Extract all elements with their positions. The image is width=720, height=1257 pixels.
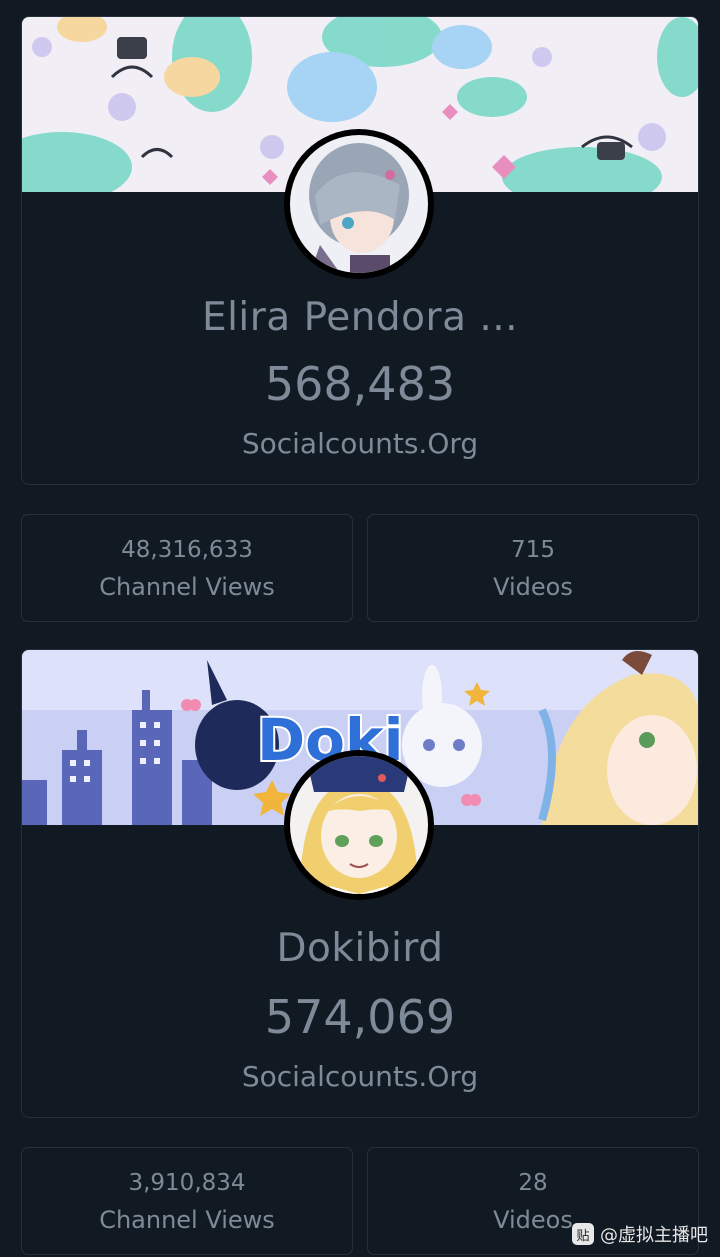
channel-avatar[interactable] bbox=[284, 129, 434, 279]
stat-value: 28 bbox=[518, 1170, 548, 1196]
subscriber-count: 568,483 bbox=[264, 357, 456, 411]
stat-videos: 715 Videos bbox=[367, 514, 699, 622]
stat-label: Videos bbox=[493, 573, 573, 601]
channel-name: Dokibird bbox=[276, 926, 444, 971]
stat-channel-views: 3,910,834 Channel Views bbox=[21, 1147, 353, 1255]
subscriber-count: 574,069 bbox=[264, 990, 456, 1044]
page: Elira Pendora ... 568,483 Socialcounts.O… bbox=[0, 0, 720, 1257]
stat-label: Channel Views bbox=[99, 1206, 275, 1234]
stat-value: 48,316,633 bbox=[121, 537, 253, 563]
stat-value: 715 bbox=[511, 537, 555, 563]
stat-channel-views: 48,316,633 Channel Views bbox=[21, 514, 353, 622]
channel-avatar[interactable] bbox=[284, 750, 434, 900]
channel-card-dokibird[interactable]: Doki Dokibird 574,069 Socialcounts.Org bbox=[21, 649, 699, 1118]
source-link[interactable]: Socialcounts.Org bbox=[22, 427, 698, 460]
tieba-icon: 贴 bbox=[572, 1223, 594, 1245]
channel-name: Elira Pendora ... bbox=[201, 295, 519, 340]
channel-card-elira[interactable]: Elira Pendora ... 568,483 Socialcounts.O… bbox=[21, 16, 699, 485]
stat-value: 3,910,834 bbox=[128, 1170, 246, 1196]
stat-label: Channel Views bbox=[99, 573, 275, 601]
watermark-text: @虚拟主播吧 bbox=[600, 1225, 708, 1246]
watermark: 贴 @虚拟主播吧 bbox=[572, 1221, 708, 1247]
source-link[interactable]: Socialcounts.Org bbox=[22, 1060, 698, 1093]
